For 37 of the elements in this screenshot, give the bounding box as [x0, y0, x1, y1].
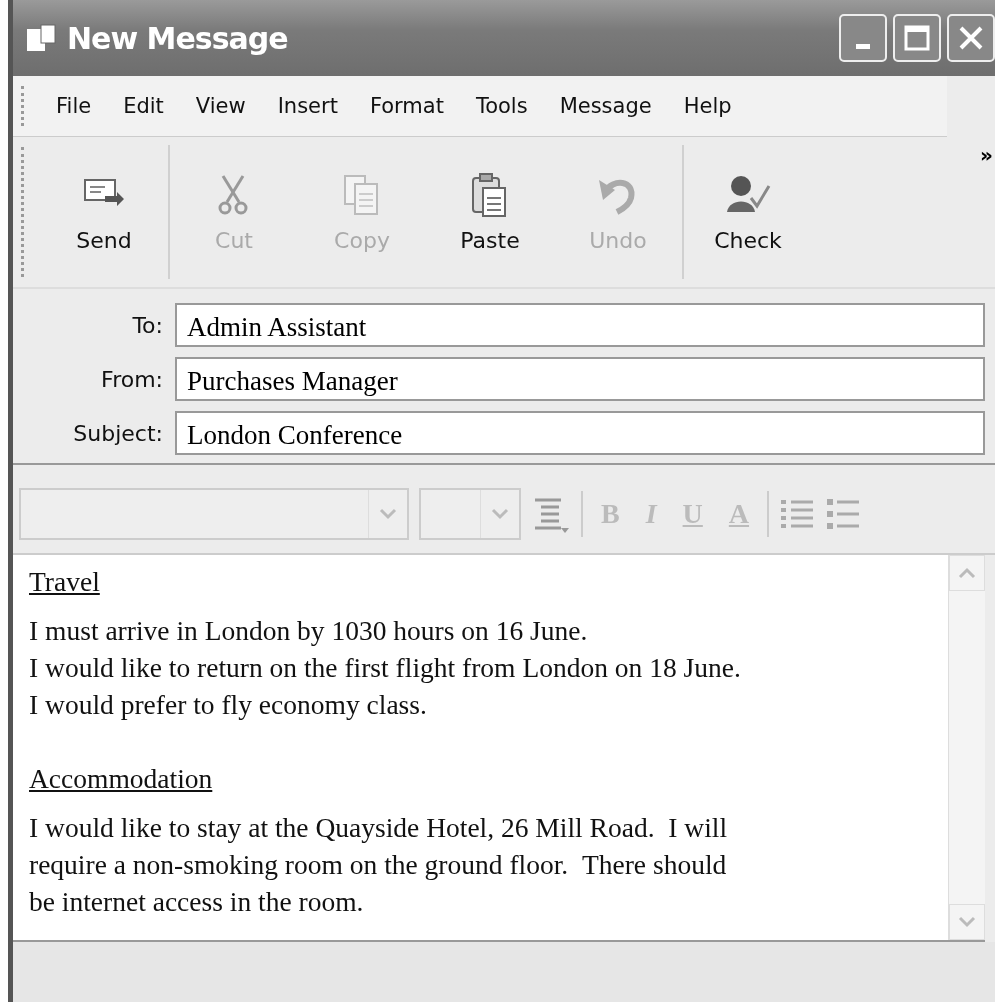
- overflow-button[interactable]: »: [980, 143, 993, 167]
- size-dropdown[interactable]: [419, 488, 521, 540]
- menu-item[interactable]: Tools: [459, 94, 544, 118]
- menu-item[interactable]: Message: [543, 94, 668, 118]
- section-heading: Accommodation: [29, 762, 214, 796]
- field-label: To:: [131, 312, 164, 338]
- window-title: New Message: [67, 20, 288, 56]
- scrollbar[interactable]: [948, 555, 985, 940]
- input-field[interactable]: London Conference: [175, 411, 985, 455]
- menu-item[interactable]: Insert: [261, 94, 354, 118]
- menu-item[interactable]: File: [40, 94, 108, 118]
- menu-item[interactable]: Help: [667, 94, 748, 118]
- field-label: Subject:: [72, 420, 164, 446]
- menu-item[interactable]: View: [179, 94, 262, 118]
- minimize-icon: [856, 43, 870, 49]
- menu-item[interactable]: Edit: [107, 94, 180, 118]
- minimize-button[interactable]: [839, 14, 887, 62]
- menu-item[interactable]: Format: [353, 94, 460, 118]
- body-paragraph: I must arrive in London by 1030 hours on 16 June. I would like to return on the first flight from London on 18 June. I would prefer to fly economy class.: [29, 614, 742, 722]
- body-paragraph: I would like to stay at the Quayside Hotel, 26 Mill Road. I will require a non-smoking room on the ground floor. There should be internet access in the room.: [29, 811, 729, 919]
- scroll-down-icon[interactable]: [949, 904, 985, 940]
- close-button[interactable]: [947, 14, 995, 62]
- chevron-down-icon: [379, 508, 397, 520]
- input-field[interactable]: Purchases Manager: [175, 357, 985, 401]
- scroll-up-icon[interactable]: [949, 555, 985, 591]
- font-dropdown[interactable]: [19, 488, 409, 540]
- maximize-icon: [903, 24, 931, 52]
- maximize-button[interactable]: [893, 14, 941, 62]
- section-heading: Travel: [29, 565, 101, 599]
- toolbar-button[interactable]: Paste: [426, 137, 554, 287]
- field-label: From:: [100, 366, 164, 392]
- input-field[interactable]: Admin Assistant: [175, 303, 985, 347]
- toolbar-button[interactable]: Check: [684, 137, 812, 287]
- bullet-list-icon[interactable]: [825, 496, 862, 532]
- toolbar-button[interactable]: Send: [40, 137, 168, 287]
- close-icon: [957, 24, 985, 52]
- chevron-down-icon: [491, 508, 509, 520]
